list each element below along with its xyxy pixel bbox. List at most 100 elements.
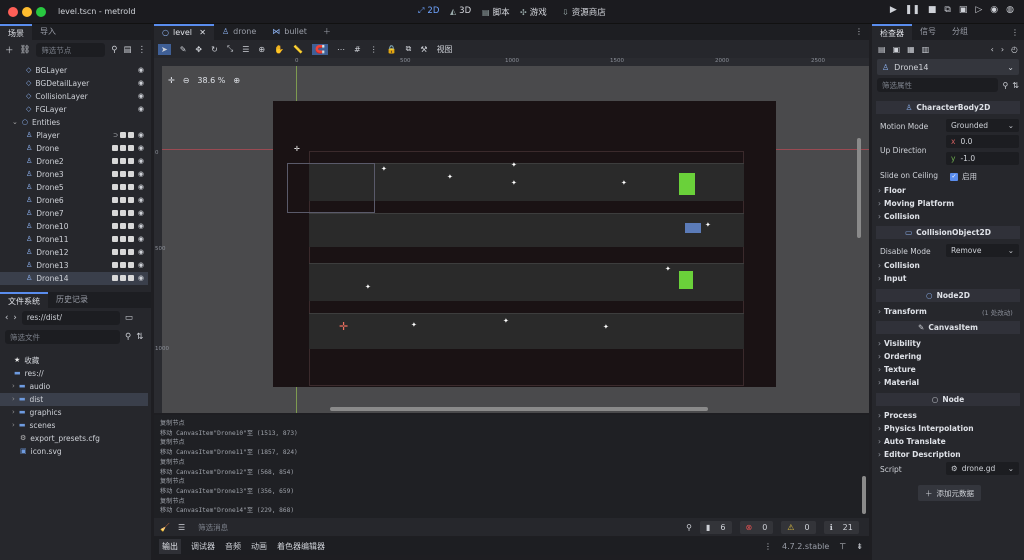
section-input[interactable]: › Input [878, 274, 906, 283]
tab-groups[interactable]: 分组 [944, 24, 976, 40]
section-process[interactable]: › Process [878, 411, 917, 420]
group-icon[interactable] [112, 158, 118, 165]
select-tool-icon[interactable]: ➤ [158, 43, 171, 55]
section-visibility[interactable]: › Visibility [878, 339, 921, 348]
script-field[interactable]: ⚙ drone.gd ⌄ [946, 462, 1019, 475]
script-icon[interactable] [128, 223, 134, 230]
zoom-in-icon[interactable]: ⊕ [233, 76, 240, 85]
expand-icon[interactable]: ⇟ [856, 542, 863, 551]
console-scrollbar[interactable] [862, 476, 866, 514]
pan-icon[interactable]: ✋ [274, 45, 284, 54]
section-collision-2[interactable]: › Collision [878, 261, 920, 270]
mode-2d-button[interactable]: ⤢ 2D [418, 6, 439, 16]
message-count[interactable]: ▮ 6 [700, 520, 732, 534]
fs-folder-item-selected[interactable]: › ▬ dist [0, 393, 148, 406]
view-menu[interactable]: 视图 [437, 44, 453, 55]
play-scene-icon[interactable]: ▣ [959, 5, 968, 15]
more-icon[interactable]: ⋮ [1006, 25, 1024, 40]
tree-node[interactable]: ⌄ ○ Entities [0, 116, 148, 129]
tab-level[interactable]: ○ level ✕ [154, 24, 214, 40]
link-icon[interactable]: ⛓ [20, 45, 31, 55]
level-scene[interactable]: ✛ ✛ ✦ ✦ ✦ ✦ ✦ ✦ ✦ ✦ ✦ ✦ ✦ [273, 101, 776, 387]
scene-instance-icon[interactable] [120, 145, 126, 152]
scene-instance-icon[interactable] [120, 158, 126, 165]
tree-node[interactable]: ♙ Drone6 ◉ [0, 194, 148, 207]
drone-marker-icon[interactable]: ✦ [411, 322, 417, 329]
drone-marker-icon[interactable]: ✛ [339, 321, 348, 332]
scene-instance-icon[interactable] [120, 223, 126, 230]
visibility-eye-icon[interactable]: ◉ [138, 105, 144, 113]
visibility-eye-icon[interactable]: ◉ [138, 261, 144, 269]
scene-instance-icon[interactable] [120, 262, 126, 269]
collapse-icon[interactable]: ☰ [178, 523, 185, 532]
scene-instance-icon[interactable] [120, 197, 126, 204]
drone-marker-icon[interactable]: ✦ [665, 266, 671, 273]
lock-icon[interactable]: 🔒 [387, 45, 397, 54]
tree-node[interactable]: ♙ Drone10 ◉ [0, 220, 148, 233]
drone-marker-icon[interactable]: ✦ [511, 180, 517, 187]
ruler-icon[interactable]: 📏 [293, 45, 303, 54]
script-icon[interactable] [128, 145, 134, 152]
tab-drone[interactable]: ♙ drone [214, 24, 264, 40]
visibility-eye-icon[interactable]: ◉ [138, 209, 144, 217]
tab-output[interactable]: 输出 [159, 538, 181, 554]
mode-script-button[interactable]: ▤ 脚本 [482, 6, 510, 19]
play-custom-icon[interactable]: ▷ [975, 5, 982, 15]
group-icon[interactable] [112, 262, 118, 269]
section-texture[interactable]: › Texture [878, 365, 916, 374]
chevron-down-icon[interactable]: ⌄ [12, 118, 18, 126]
script-icon[interactable] [128, 262, 134, 269]
split-view-icon[interactable]: ▭ [125, 313, 133, 323]
chevron-right-icon[interactable]: › [12, 382, 15, 390]
section-physics-interpolation[interactable]: › Physics Interpolation [878, 424, 974, 433]
list-select-icon[interactable]: ☰ [242, 45, 249, 54]
section-transform[interactable]: › Transform [878, 307, 927, 316]
tab-scene[interactable]: 场景 [0, 24, 32, 40]
section-collision[interactable]: › Collision [878, 212, 920, 221]
pin-icon[interactable]: ⊤ [839, 542, 846, 551]
favorites-item[interactable]: ★ 收藏 [0, 354, 148, 367]
bone-icon[interactable]: ⚒ [420, 45, 427, 54]
tree-node[interactable]: ◇ BGDetailLayer ◉ [0, 77, 148, 90]
script-icon[interactable] [128, 158, 134, 165]
tree-node-selected[interactable]: ♙ Drone14 ◉ [0, 272, 148, 285]
script-icon[interactable] [128, 184, 134, 191]
fs-file-item[interactable]: ⚙ export_presets.cfg [0, 432, 148, 445]
fs-folder-item[interactable]: › ▬ graphics [0, 406, 148, 419]
mode-assetlib-button[interactable]: ⇩ 资源商店 [562, 6, 606, 19]
visibility-eye-icon[interactable]: ◉ [138, 235, 144, 243]
visibility-eye-icon[interactable]: ◉ [138, 196, 144, 204]
group-icon[interactable]: ⧉ [406, 44, 412, 54]
tab-bullet[interactable]: ⋈ bullet [264, 24, 315, 40]
visibility-eye-icon[interactable]: ◉ [138, 66, 144, 74]
add-tab-button[interactable]: ＋ [315, 24, 339, 40]
history-forward-icon[interactable]: › [1001, 45, 1004, 54]
path-field[interactable]: res://dist/ [21, 311, 120, 325]
scene-instance-icon[interactable] [128, 131, 134, 138]
search-icon[interactable]: ⚲ [686, 523, 692, 532]
scene-instance-icon[interactable] [120, 249, 126, 256]
section-moving-platform[interactable]: › Moving Platform [878, 199, 954, 208]
scene-instance-icon[interactable] [120, 184, 126, 191]
tab-import[interactable]: 导入 [32, 24, 64, 40]
sort-icon[interactable]: ⇅ [136, 332, 143, 342]
mode-3d-button[interactable]: ◭ 3D [450, 6, 471, 16]
section-auto-translate[interactable]: › Auto Translate [878, 437, 946, 446]
player-marker-icon[interactable]: ✛ [294, 146, 300, 153]
slide-on-ceiling-checkbox[interactable]: ✓ 启用 [950, 171, 977, 182]
vertical-scrollbar[interactable] [857, 138, 861, 238]
grid-icon[interactable]: # [354, 45, 361, 54]
up-direction-y-field[interactable]: y -1.0 [946, 152, 1019, 165]
forward-icon[interactable]: › [13, 313, 16, 323]
tree-node[interactable]: ♙ Drone7 ◉ [0, 207, 148, 220]
group-icon[interactable] [112, 275, 118, 282]
drone-marker-icon[interactable]: ✦ [511, 162, 517, 169]
tree-node[interactable]: ♙ Player ⊃ ◉ [0, 129, 148, 142]
group-icon[interactable] [112, 223, 118, 230]
section-editor-description[interactable]: › Editor Description [878, 450, 961, 459]
zoom-out-icon[interactable]: ⊖ [183, 76, 190, 85]
visibility-eye-icon[interactable]: ◉ [138, 79, 144, 87]
movie-icon[interactable]: ◉ [990, 5, 998, 15]
tree-node[interactable]: ◇ FGLayer ◉ [0, 103, 148, 116]
close-window-button[interactable] [8, 7, 18, 17]
